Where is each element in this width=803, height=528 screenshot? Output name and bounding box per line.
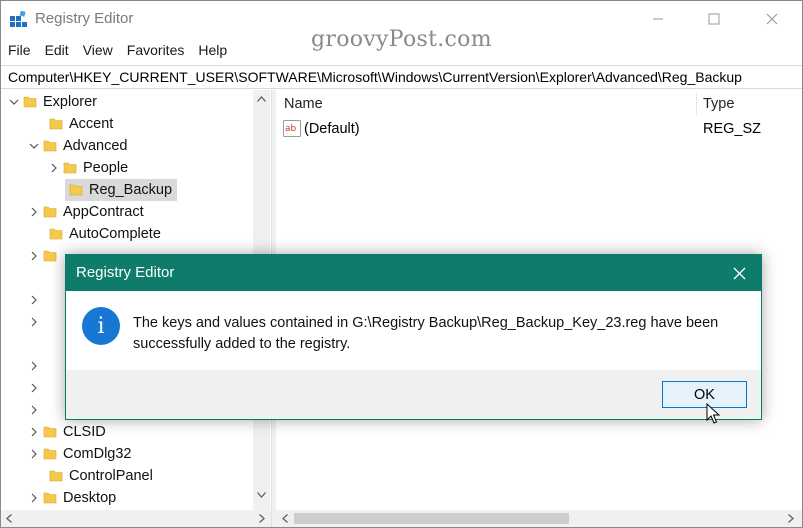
registry-app-icon (10, 11, 27, 27)
string-value-icon: ab (283, 120, 301, 137)
folder-icon (69, 184, 83, 196)
dialog-body: i The keys and values contained in G:\Re… (66, 291, 761, 370)
ok-button[interactable]: OK (662, 381, 747, 408)
chevron-right-icon[interactable] (27, 399, 41, 421)
chevron-right-icon[interactable] (27, 355, 41, 377)
tree-item-desktop[interactable]: Desktop (27, 487, 116, 509)
tree-item-hidden[interactable] (27, 311, 41, 333)
value-type: REG_SZ (703, 121, 762, 137)
folder-icon (43, 492, 57, 504)
dialog-title: Registry Editor (76, 264, 175, 281)
tree-item-reg-backup[interactable]: Reg_Backup (67, 179, 172, 201)
folder-icon (49, 118, 63, 130)
column-header-type[interactable]: Type (703, 90, 734, 118)
tree-item-label: Accent (69, 116, 114, 132)
tree-item-label: Reg_Backup (89, 182, 173, 198)
chevron-right-icon[interactable] (27, 289, 41, 311)
tree-item-label: ComDlg32 (63, 446, 132, 462)
scroll-right-icon[interactable] (788, 514, 794, 523)
menu-file[interactable]: File (1, 38, 38, 62)
minimize-icon (653, 18, 663, 20)
folder-icon (49, 470, 63, 482)
message-dialog: Registry Editor i The keys and values co… (65, 254, 762, 420)
chevron-right-icon[interactable] (27, 311, 41, 333)
scroll-down-icon[interactable] (257, 492, 266, 498)
scroll-left-icon[interactable] (6, 514, 12, 523)
tree-item-hidden[interactable] (27, 399, 41, 421)
chevron-right-icon[interactable] (27, 421, 41, 443)
folder-icon (43, 448, 57, 460)
tree-item-label: People (83, 160, 129, 176)
svg-text:ab: ab (285, 124, 297, 134)
tree-item-label: Explorer (43, 94, 97, 110)
menu-bar: File Edit View Favorites Help (1, 38, 234, 62)
dialog-close-button[interactable] (717, 255, 761, 291)
tree-item-controlpanel[interactable]: ControlPanel (47, 465, 153, 487)
dialog-title-bar: Registry Editor (66, 255, 761, 291)
mouse-cursor-icon (706, 403, 720, 424)
folder-icon (43, 206, 57, 218)
chevron-down-icon[interactable] (7, 91, 21, 113)
chevron-right-icon[interactable] (27, 377, 41, 399)
tree-item-label: AppContract (63, 204, 144, 220)
folder-icon (43, 426, 57, 438)
tree-item-comdlg32[interactable]: ComDlg32 (27, 443, 132, 465)
chevron-right-icon[interactable] (27, 245, 41, 267)
tree-item-hidden[interactable] (27, 377, 41, 399)
tree-item-hidden[interactable] (27, 289, 41, 311)
tree-item-autocomplete[interactable]: AutoComplete (47, 223, 161, 245)
maximize-button[interactable] (691, 1, 737, 37)
window-title: Registry Editor (35, 10, 134, 27)
maximize-icon (708, 13, 720, 25)
tree-item-label: ControlPanel (69, 468, 153, 484)
menu-help[interactable]: Help (191, 38, 234, 62)
tree-item-clsid[interactable]: CLSID (27, 421, 106, 443)
folder-icon (49, 228, 63, 240)
close-icon (766, 13, 778, 25)
watermark: groovyPost.com (311, 27, 492, 52)
scroll-up-icon[interactable] (257, 96, 266, 102)
scroll-left-icon[interactable] (282, 514, 288, 523)
menu-view[interactable]: View (76, 38, 120, 62)
minimize-button[interactable] (635, 1, 681, 37)
list-horizontal-scrollbar[interactable] (276, 510, 802, 527)
menu-favorites[interactable]: Favorites (120, 38, 192, 62)
tree-item-appcontract[interactable]: AppContract (27, 201, 144, 223)
column-divider[interactable] (696, 93, 697, 115)
value-name: (Default) (304, 121, 360, 137)
tree-item-advanced[interactable]: Advanced (27, 135, 128, 157)
dialog-message-line1: The keys and values contained in G:\Regi… (133, 315, 719, 331)
chevron-right-icon[interactable] (47, 157, 61, 179)
scroll-right-icon[interactable] (259, 514, 265, 523)
dialog-message: The keys and values contained in G:\Regi… (133, 313, 718, 355)
info-icon: i (82, 307, 120, 345)
tree-item-label: AutoComplete (69, 226, 161, 242)
tree-item-hidden[interactable] (27, 355, 41, 377)
tree-item-people[interactable]: People (47, 157, 128, 179)
tree-item-accent[interactable]: Accent (47, 113, 113, 135)
folder-icon (63, 162, 77, 174)
close-icon (733, 267, 745, 279)
chevron-right-icon[interactable] (27, 443, 41, 465)
tree-horizontal-scrollbar[interactable] (1, 510, 271, 527)
tree-item-label: Desktop (63, 490, 117, 506)
tree-item-label: Advanced (63, 138, 128, 154)
address-bar[interactable]: Computer\HKEY_CURRENT_USER\SOFTWARE\Micr… (1, 65, 802, 89)
folder-icon (43, 250, 57, 262)
column-header-name[interactable]: Name (284, 90, 323, 118)
tree-item-hidden[interactable] (27, 245, 63, 267)
folder-icon (23, 96, 37, 108)
tree-item-explorer[interactable]: Explorer (7, 91, 97, 113)
menu-edit[interactable]: Edit (38, 38, 76, 62)
chevron-right-icon[interactable] (27, 487, 41, 509)
tree-item-label: CLSID (63, 424, 106, 440)
scrollbar-thumb[interactable] (294, 513, 569, 524)
dialog-message-line2: successfully added to the registry. (133, 336, 351, 352)
close-button[interactable] (749, 1, 795, 37)
folder-icon (43, 140, 57, 152)
dialog-footer: OK (66, 370, 761, 419)
list-item[interactable]: ab (Default) REG_SZ (276, 118, 802, 140)
chevron-right-icon[interactable] (27, 201, 41, 223)
chevron-down-icon[interactable] (27, 135, 41, 157)
